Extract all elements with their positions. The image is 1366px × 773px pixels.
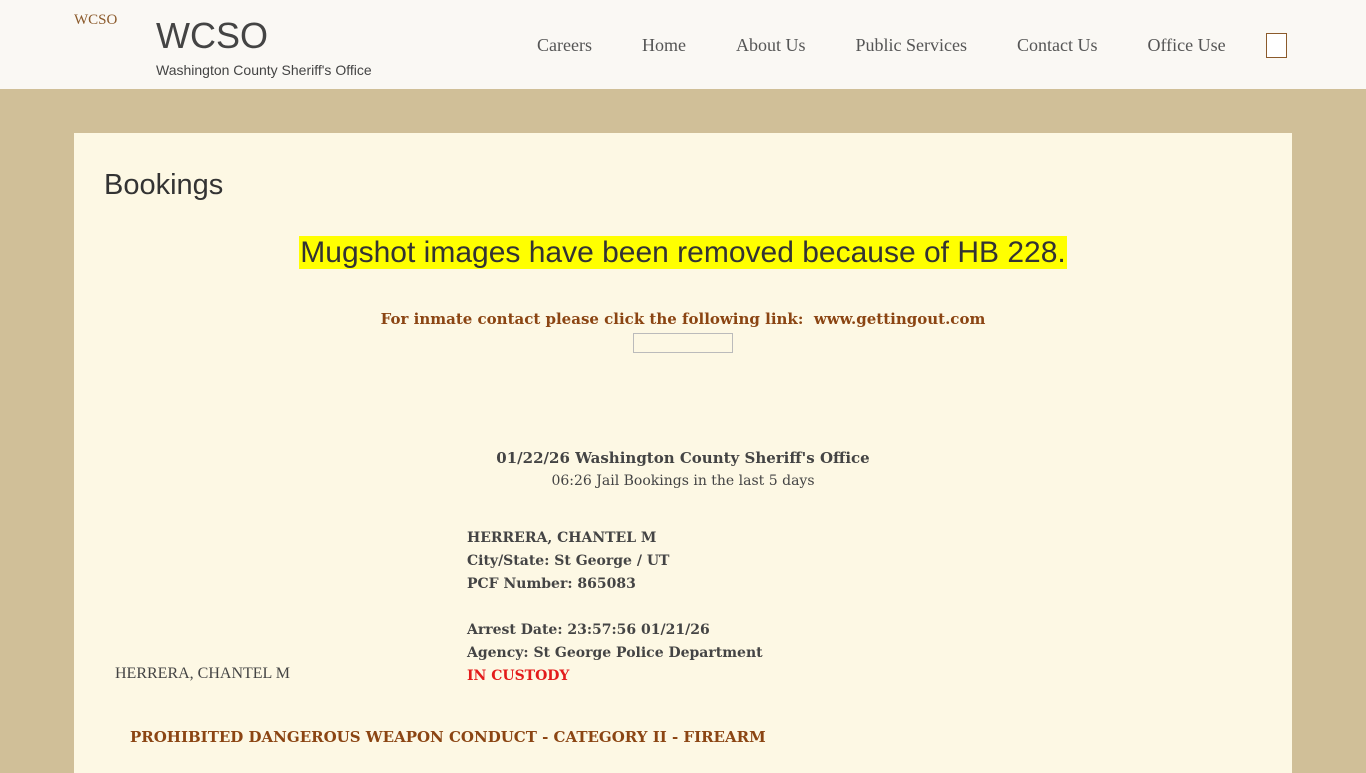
arrest-date: Arrest Date: 23:57:56 01/21/26 <box>467 622 710 638</box>
search-icon[interactable] <box>1266 33 1287 58</box>
page-title: Bookings <box>104 169 224 201</box>
nav-about-us[interactable]: About Us <box>736 35 806 55</box>
mugshot-image: HERRERA, CHANTEL M <box>115 665 290 682</box>
inmate-contact-line: For inmate contact please click the foll… <box>74 310 1292 328</box>
site-header: WCSO WCSO Washington County Sheriff's Of… <box>0 0 1366 89</box>
date-line: 01/22/26 Washington County Sheriff's Off… <box>496 449 870 467</box>
logo-image[interactable]: WCSO <box>74 12 117 29</box>
broken-image <box>633 333 733 353</box>
charge-description: PROHIBITED DANGEROUS WEAPON CONDUCT - CA… <box>130 728 766 746</box>
nav-careers[interactable]: Careers <box>537 35 592 55</box>
bookings-count: 06:26 Jail Bookings in the last 5 days <box>551 473 815 489</box>
notice-container: Mugshot images have been removed because… <box>74 236 1292 270</box>
nav-home[interactable]: Home <box>642 35 686 55</box>
gettingout-link[interactable]: www.gettingout.com <box>814 310 986 328</box>
city-state: City/State: St George / UT <box>467 553 670 569</box>
nav-public-services[interactable]: Public Services <box>855 35 966 55</box>
main-nav: Careers Home About Us Public Services Co… <box>537 35 1276 55</box>
site-subtitle: Washington County Sheriff's Office <box>156 62 372 78</box>
mugshot-notice: Mugshot images have been removed because… <box>299 236 1067 269</box>
pcf-number: PCF Number: 865083 <box>467 576 636 592</box>
main-content: Bookings Mugshot images have been remove… <box>74 133 1292 773</box>
nav-contact-us[interactable]: Contact Us <box>1017 35 1098 55</box>
agency: Agency: St George Police Department <box>467 645 763 661</box>
site-title[interactable]: WCSO <box>156 14 268 58</box>
custody-status: IN CUSTODY <box>467 668 570 684</box>
nav-office-use[interactable]: Office Use <box>1147 35 1225 55</box>
booking-record: HERRERA, CHANTEL M City/State: St George… <box>467 527 763 688</box>
inmate-name: HERRERA, CHANTEL M <box>467 530 657 546</box>
contact-text: For inmate contact please click the foll… <box>380 310 804 328</box>
